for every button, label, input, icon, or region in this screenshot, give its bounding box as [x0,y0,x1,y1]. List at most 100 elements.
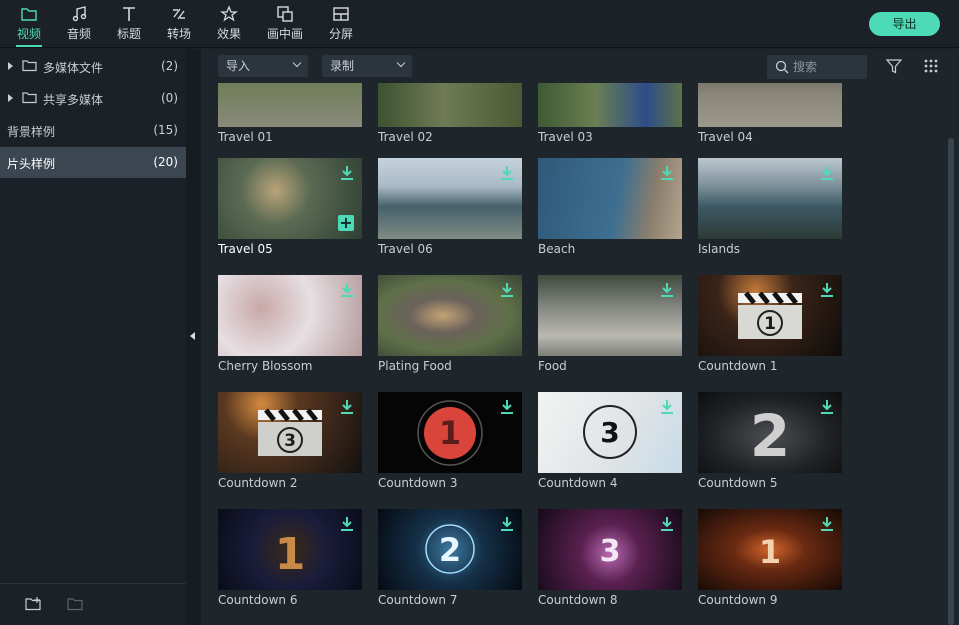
export-button[interactable]: 导出 [869,12,940,36]
sidebar-footer [0,583,186,625]
sidebar-item-label: 共享多媒体 [43,93,104,107]
download-icon[interactable] [340,282,354,298]
media-card[interactable]: Travel 03 [521,83,682,156]
tab-transitions[interactable]: 转场 [153,4,205,44]
download-icon[interactable] [340,399,354,415]
sidebar-item-label: 背景样例 [7,125,56,139]
download-icon[interactable] [500,282,514,298]
library-toolbar: 导入 录制 [201,49,959,83]
download-icon[interactable] [660,516,674,532]
sidebar-item-count: (2) [161,59,178,73]
media-title: Countdown 5 [698,476,778,490]
tab-label: 标题 [116,27,141,41]
download-icon[interactable] [340,516,354,532]
folder-outline-icon[interactable] [67,596,85,612]
media-card[interactable]: 2 Countdown 5 [681,392,842,502]
video-thumbnail: 1 [218,509,362,590]
download-icon[interactable] [660,165,674,181]
video-thumbnail [218,275,362,356]
media-card[interactable]: Travel 01 [201,83,362,156]
sidebar-item-intro-samples[interactable]: 片头样例 (20) [0,147,186,178]
search-input[interactable] [793,57,863,77]
download-icon[interactable] [500,399,514,415]
tab-effects[interactable]: 效果 [203,4,255,44]
media-card[interactable]: Beach [521,158,682,268]
media-title: Travel 01 [218,130,273,144]
folder-icon [3,5,55,23]
media-card[interactable]: 3 Countdown 8 [521,509,682,619]
folder-icon [22,60,37,72]
media-title: Countdown 4 [538,476,618,490]
video-thumbnail: 1 [698,275,842,356]
music-note-icon [53,5,105,23]
media-card[interactable]: + Travel 05 [201,158,362,268]
tab-label: 视频 [16,27,41,41]
media-sidebar: 多媒体文件 (2) 共享多媒体 (0) 背景样例 (15) 片头样例 (20) [0,49,186,625]
media-card[interactable]: Food [521,275,682,385]
media-card[interactable]: 1 Countdown 1 [681,275,842,385]
sidebar-item-count: (0) [161,91,178,105]
media-title: Countdown 6 [218,593,298,607]
media-title: Cherry Blossom [218,359,313,373]
media-card[interactable]: Plating Food [361,275,522,385]
countdown-digit-icon: 3 [600,534,621,569]
new-folder-icon[interactable] [25,596,43,612]
grid-view-icon[interactable] [923,58,939,74]
media-card[interactable]: Travel 02 [361,83,522,156]
add-to-timeline-button[interactable]: + [338,215,354,231]
media-title: Travel 05 [218,242,273,256]
sidebar-item-background-samples[interactable]: 背景样例 (15) [0,115,186,146]
tab-video[interactable]: 视频 [3,4,55,47]
video-thumbnail [538,158,682,239]
media-card[interactable]: Cherry Blossom [201,275,362,385]
clapperboard-icon: 1 [738,291,802,339]
scrollbar-thumb[interactable] [948,138,954,625]
download-icon[interactable] [500,516,514,532]
media-title: Countdown 2 [218,476,298,490]
media-card[interactable]: Islands [681,158,842,268]
download-icon[interactable] [820,399,834,415]
tab-split-screen[interactable]: 分屏 [315,4,367,44]
import-dropdown[interactable]: 导入 [218,55,308,77]
media-card[interactable]: 3 Countdown 4 [521,392,682,502]
clapperboard-icon: 3 [258,408,322,456]
download-icon[interactable] [820,516,834,532]
media-card[interactable]: 3 Countdown 2 [201,392,362,502]
download-icon[interactable] [660,282,674,298]
media-card[interactable]: 2 Countdown 7 [361,509,522,619]
media-card[interactable]: 1 Countdown 9 [681,509,842,619]
media-card[interactable]: 1 Countdown 6 [201,509,362,619]
transition-icon [153,5,205,23]
vertical-scrollbar[interactable] [943,83,959,625]
video-thumbnail [538,275,682,356]
effects-icon [203,5,255,23]
media-title: Travel 06 [378,242,433,256]
countdown-digit: 1 [764,314,776,334]
tab-label: 画中画 [266,27,303,41]
download-icon[interactable] [340,165,354,181]
search-box[interactable] [767,55,867,79]
download-icon[interactable] [820,282,834,298]
download-icon[interactable] [660,399,674,415]
download-icon[interactable] [820,165,834,181]
media-card[interactable]: 1 Countdown 3 [361,392,522,502]
media-card[interactable]: Travel 04 [681,83,842,156]
expand-arrow-icon[interactable] [8,94,13,102]
media-card[interactable]: Travel 06 [361,158,522,268]
download-icon[interactable] [500,165,514,181]
video-thumbnail [218,83,362,127]
expand-arrow-icon[interactable] [8,62,13,70]
media-title: Travel 03 [538,130,593,144]
media-title: Travel 02 [378,130,433,144]
sidebar-item-media-files[interactable]: 多媒体文件 (2) [0,51,186,82]
filter-icon[interactable] [886,58,902,74]
tab-audio[interactable]: 音频 [53,4,105,44]
record-dropdown[interactable]: 录制 [322,55,412,77]
tab-pip[interactable]: 画中画 [259,4,311,44]
countdown-digit: 1 [759,533,781,571]
collapse-sidebar-icon[interactable] [190,332,195,340]
video-thumbnail: 1 [698,509,842,590]
sidebar-item-shared-media[interactable]: 共享多媒体 (0) [0,83,186,114]
countdown-digit: 1 [439,414,461,452]
tab-titles[interactable]: 标题 [103,4,155,44]
